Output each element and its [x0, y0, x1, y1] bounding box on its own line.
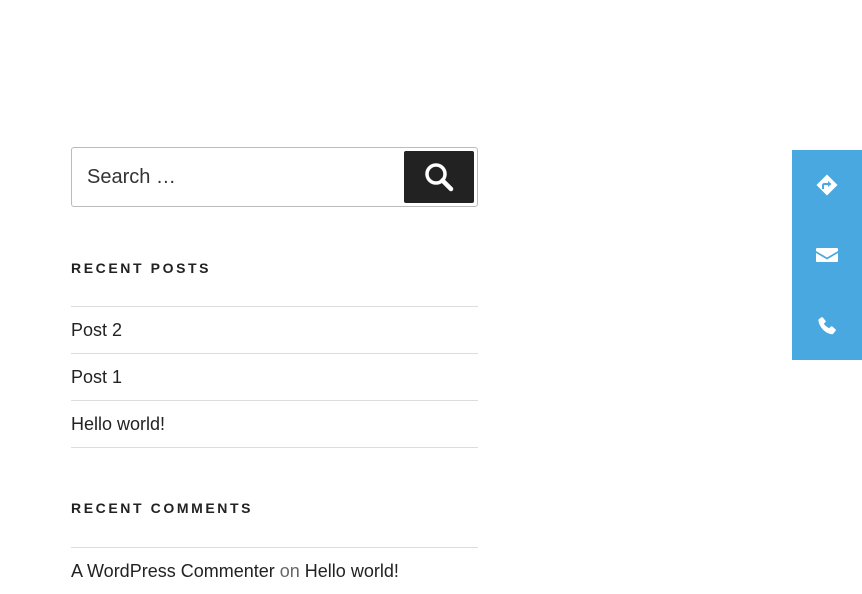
search-button[interactable] [404, 151, 474, 203]
directions-icon [816, 174, 838, 196]
comment-post-link[interactable]: Hello world! [305, 561, 399, 581]
recent-comments-list: A WordPress Commenter on Hello world! [71, 547, 478, 594]
post-link[interactable]: Post 2 [71, 320, 122, 340]
contact-bar [792, 150, 862, 360]
search-icon [425, 163, 454, 192]
directions-button[interactable] [792, 150, 862, 220]
list-item: A WordPress Commenter on Hello world! [71, 547, 478, 594]
post-link[interactable]: Hello world! [71, 414, 165, 434]
phone-button[interactable] [792, 290, 862, 360]
list-item: Post 1 [71, 353, 478, 400]
list-item: Hello world! [71, 400, 478, 448]
phone-icon [818, 317, 836, 335]
comment-connector: on [279, 561, 300, 581]
sidebar: RECENT POSTS Post 2 Post 1 Hello world! … [71, 147, 478, 581]
list-item: Post 2 [71, 306, 478, 353]
comment-author-link[interactable]: A WordPress Commenter [71, 561, 275, 581]
recent-posts-list: Post 2 Post 1 Hello world! [71, 306, 478, 448]
post-link[interactable]: Post 1 [71, 367, 122, 387]
recent-comments-title: RECENT COMMENTS [71, 500, 254, 516]
search-input[interactable] [72, 148, 402, 206]
search-form [71, 147, 478, 207]
recent-posts-title: RECENT POSTS [71, 260, 212, 276]
envelope-icon [816, 248, 838, 262]
email-button[interactable] [792, 220, 862, 290]
